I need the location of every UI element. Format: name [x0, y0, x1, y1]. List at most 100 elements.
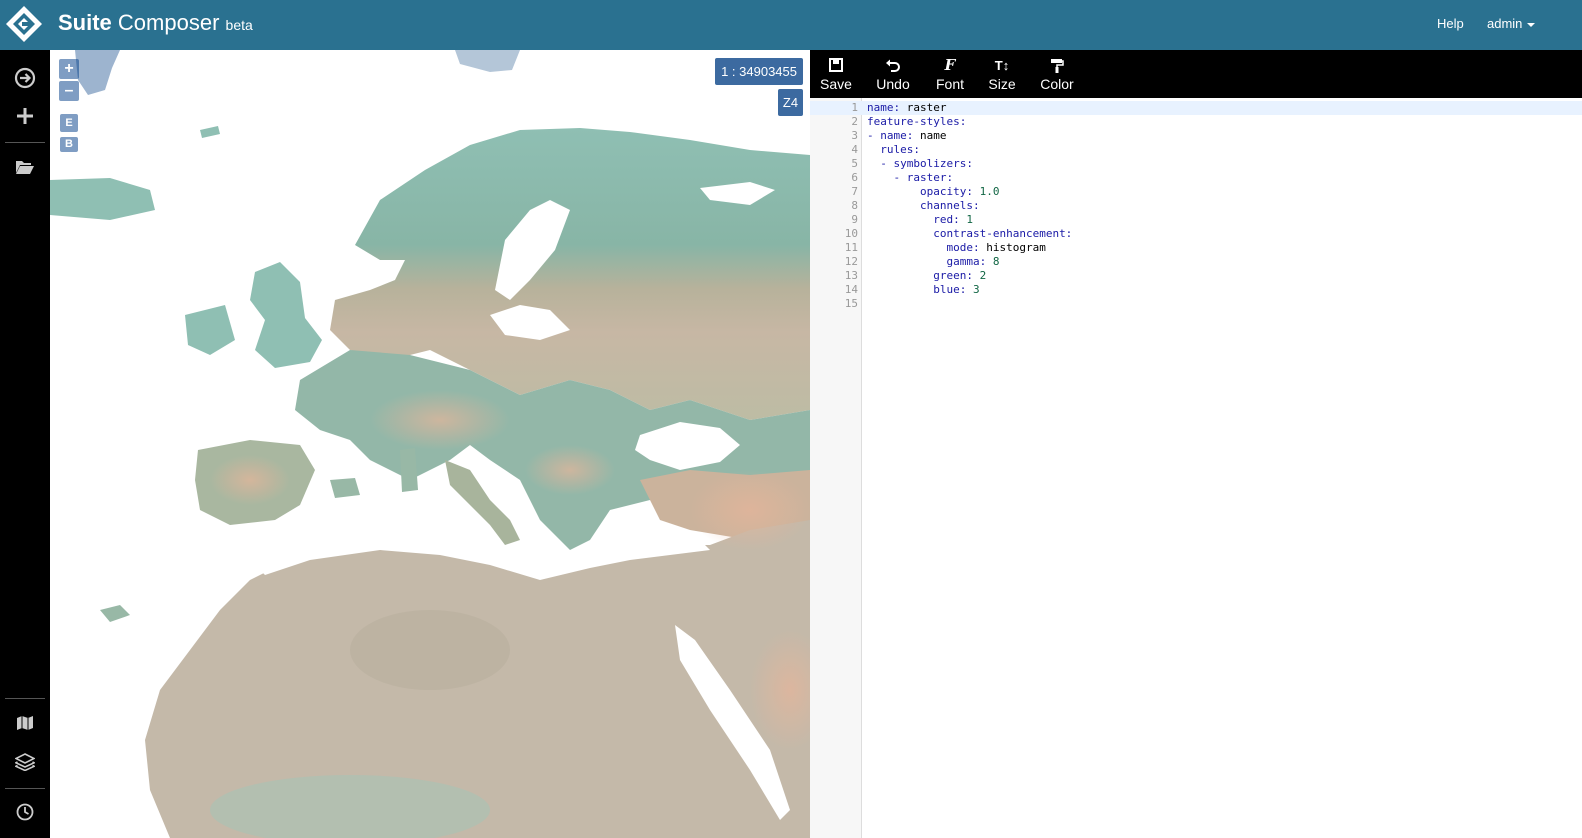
save-icon	[829, 58, 843, 72]
yaml-key: red:	[933, 213, 960, 226]
yaml-number: 3	[966, 283, 980, 296]
yaml-key: name:	[880, 129, 914, 142]
color-button[interactable]: Color	[1040, 56, 1074, 94]
yaml-key: blue:	[933, 283, 967, 296]
code-line[interactable]: 7 opacity: 1.0	[810, 185, 1582, 199]
code-line[interactable]: 3 - name: name	[810, 129, 1582, 143]
code-text: red: 1	[867, 213, 973, 227]
beta-tag: beta	[225, 17, 253, 33]
code-text: green: 2	[867, 269, 986, 283]
font-label: Font	[935, 76, 964, 92]
app-title[interactable]: Suite Composer beta	[58, 10, 253, 36]
sidebar-divider	[5, 142, 45, 143]
line-number: 10	[844, 227, 858, 240]
save-label: Save	[820, 76, 852, 92]
yaml-key: raster:	[906, 171, 954, 184]
user-menu[interactable]: admin	[1487, 16, 1536, 31]
size-button[interactable]: T↕ Size	[988, 56, 1016, 94]
yaml-value: raster	[900, 101, 947, 114]
map-view[interactable]: + – E B 1 : 34903455 Z4	[50, 50, 810, 838]
line-number: 9	[851, 213, 858, 226]
basemap-button[interactable]: B	[60, 137, 78, 152]
code-line[interactable]: 15	[810, 297, 1582, 311]
code-text: name: raster	[867, 101, 946, 115]
size-label: Size	[988, 76, 1016, 92]
code-text: opacity: 1.0	[867, 185, 999, 199]
yaml-number: 1	[959, 213, 973, 226]
yaml-key: contrast-enhancement:	[933, 227, 1073, 240]
code-text: mode: histogram	[867, 241, 1046, 255]
sidebar-divider	[5, 698, 45, 699]
yaml-key: symbolizers:	[893, 157, 973, 170]
code-line[interactable]: 6 - raster:	[810, 171, 1582, 185]
code-line[interactable]: 10 contrast-enhancement:	[810, 227, 1582, 241]
line-number: 7	[851, 185, 858, 198]
arrow-right-circle-icon	[14, 67, 36, 89]
line-number: 3	[851, 129, 858, 142]
line-number: 13	[844, 269, 858, 282]
yaml-number: 2	[972, 269, 987, 282]
history-button[interactable]	[0, 794, 50, 830]
color-label: Color	[1040, 76, 1074, 92]
top-navbar: Suite Composer beta Help admin	[0, 0, 1582, 50]
yaml-number: 1.0	[972, 185, 1000, 198]
code-line[interactable]: 12 gamma: 8	[810, 255, 1582, 269]
map-button[interactable]	[0, 705, 50, 741]
code-lines: 1 name: raster 2 feature-styles: 3 - name: na…	[810, 101, 1582, 311]
yaml-key: channels:	[919, 199, 980, 212]
save-button[interactable]: Save	[820, 56, 852, 94]
clock-icon	[16, 803, 34, 821]
open-button[interactable]	[0, 149, 50, 185]
layers-button[interactable]	[0, 744, 50, 780]
boundless-logo-icon[interactable]	[4, 4, 44, 44]
code-line[interactable]: 11 mode: histogram	[810, 241, 1582, 255]
font-button[interactable]: F Font	[934, 56, 966, 94]
scale-display: 1 : 34903455	[715, 58, 803, 85]
yaml-editor[interactable]: 1 name: raster 2 feature-styles: 3 - name: na…	[810, 98, 1582, 838]
user-name: admin	[1487, 16, 1523, 31]
line-number: 6	[851, 171, 858, 184]
undo-button[interactable]: Undo	[873, 56, 913, 94]
help-link[interactable]: Help	[1437, 16, 1464, 31]
line-number: 2	[851, 115, 858, 128]
brand-bold: Suite	[58, 10, 112, 35]
sidebar-divider	[5, 788, 45, 789]
font-icon: F	[944, 56, 956, 74]
code-text: gamma: 8	[867, 255, 999, 269]
yaml-value: histogram	[979, 241, 1046, 254]
add-layer-button[interactable]	[0, 98, 50, 134]
code-line[interactable]: 14 blue: 3	[810, 283, 1582, 297]
line-number: 1	[851, 101, 858, 114]
code-line[interactable]: 4 rules:	[810, 143, 1582, 157]
line-number: 15	[844, 297, 858, 310]
code-line[interactable]: 8 channels:	[810, 199, 1582, 213]
line-number: 12	[844, 255, 858, 268]
code-text: - name: name	[867, 129, 947, 142]
code-line[interactable]: 13 green: 2	[810, 269, 1582, 283]
yaml-key: opacity:	[919, 185, 973, 198]
code-line[interactable]: 5 - symbolizers:	[810, 157, 1582, 171]
zoom-level-badge: Z4	[778, 89, 803, 116]
undo-icon	[886, 59, 900, 72]
code-text: rules:	[867, 143, 920, 157]
text-size-icon: T↕	[994, 57, 1010, 73]
yaml-key: rules:	[880, 143, 920, 156]
undo-label: Undo	[876, 76, 910, 92]
code-text: channels:	[867, 199, 980, 213]
code-line[interactable]: 2 feature-styles:	[810, 115, 1582, 129]
navigate-button[interactable]	[0, 60, 50, 96]
line-number: 11	[844, 241, 858, 254]
folder-open-icon	[16, 161, 34, 174]
zoom-out-button[interactable]: –	[59, 81, 79, 101]
yaml-value: name	[913, 129, 947, 142]
code-text: feature-styles:	[867, 115, 966, 129]
yaml-number: 8	[986, 255, 1000, 268]
edit-button[interactable]: E	[60, 114, 78, 132]
line-number: 5	[851, 157, 858, 170]
zoom-in-button[interactable]: +	[59, 59, 79, 79]
code-text: - symbolizers:	[867, 157, 973, 170]
code-line[interactable]: 9 red: 1	[810, 213, 1582, 227]
code-text: contrast-enhancement:	[867, 227, 1072, 241]
layers-icon	[15, 753, 35, 771]
code-line[interactable]: 1 name: raster	[810, 101, 1582, 115]
